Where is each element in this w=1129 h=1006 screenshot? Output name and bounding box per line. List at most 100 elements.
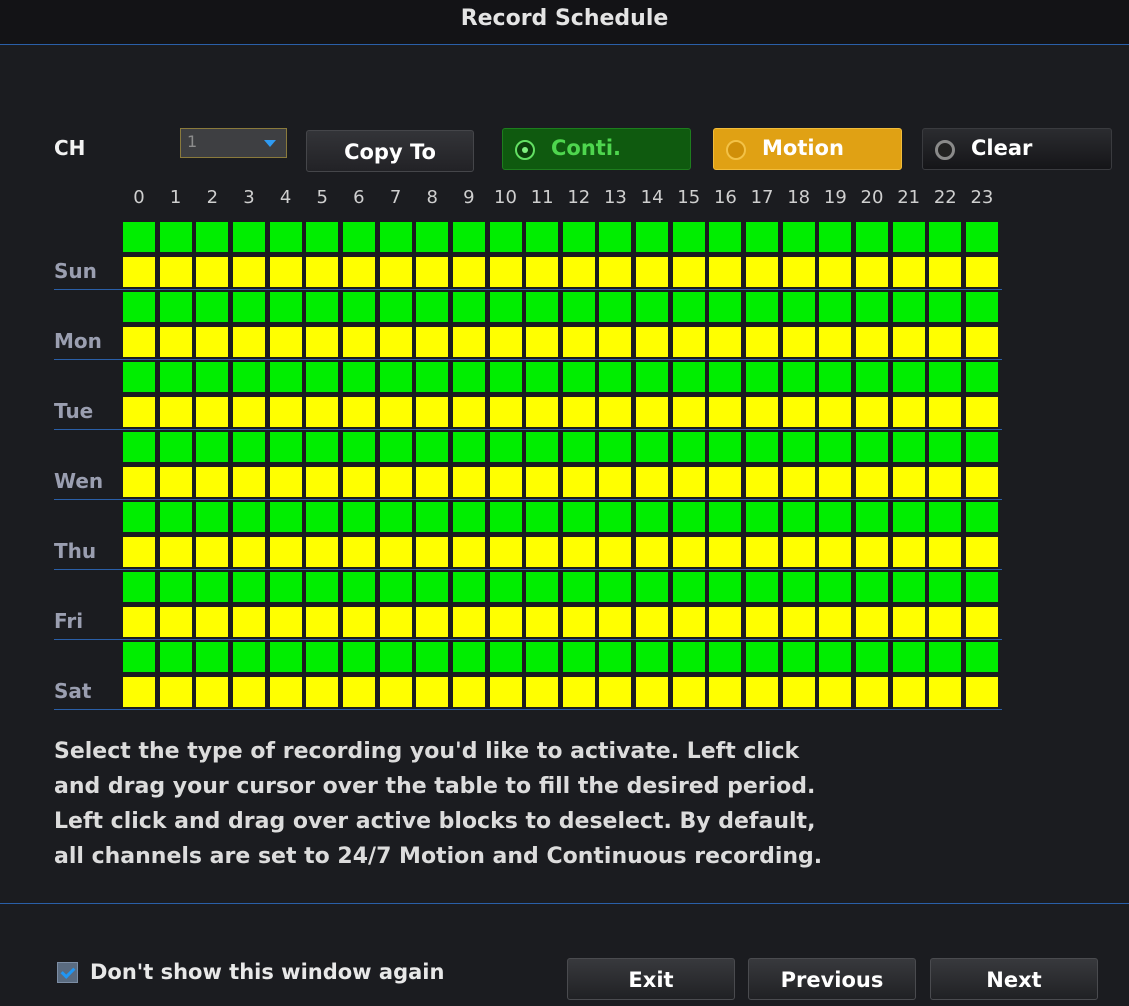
schedule-cell-conti[interactable] — [306, 222, 339, 252]
schedule-cell-motion[interactable] — [379, 537, 412, 567]
schedule-cell-conti[interactable] — [416, 432, 449, 462]
schedule-cell-conti[interactable] — [965, 222, 998, 252]
schedule-cell-conti[interactable] — [782, 292, 815, 322]
schedule-cell-conti[interactable] — [709, 362, 742, 392]
schedule-cell-conti[interactable] — [489, 572, 522, 602]
schedule-cell-motion[interactable] — [196, 397, 229, 427]
schedule-cell-motion[interactable] — [965, 677, 998, 707]
schedule-cell-conti[interactable] — [342, 642, 375, 672]
schedule-cell-conti[interactable] — [562, 502, 595, 532]
schedule-cell-conti[interactable] — [746, 292, 779, 322]
schedule-cell-motion[interactable] — [856, 537, 888, 567]
schedule-cell-motion[interactable] — [123, 327, 155, 357]
schedule-cell-motion[interactable] — [232, 257, 265, 287]
schedule-cell-motion[interactable] — [599, 677, 632, 707]
previous-button[interactable]: Previous — [748, 958, 916, 1000]
schedule-cell-conti[interactable] — [342, 222, 375, 252]
schedule-cell-conti[interactable] — [782, 222, 815, 252]
schedule-cell-conti[interactable] — [929, 502, 962, 532]
schedule-cell-motion[interactable] — [123, 677, 155, 707]
schedule-cell-conti[interactable] — [929, 432, 962, 462]
schedule-cell-conti[interactable] — [452, 292, 485, 322]
schedule-cell-conti[interactable] — [452, 502, 485, 532]
schedule-cell-motion[interactable] — [892, 677, 925, 707]
schedule-cell-motion[interactable] — [342, 327, 375, 357]
schedule-cell-motion[interactable] — [489, 257, 522, 287]
schedule-cell-conti[interactable] — [782, 432, 815, 462]
schedule-cell-conti[interactable] — [636, 362, 669, 392]
schedule-cell-conti[interactable] — [892, 362, 925, 392]
schedule-cell-conti[interactable] — [819, 572, 852, 602]
schedule-cell-conti[interactable] — [965, 292, 998, 322]
schedule-cell-conti[interactable] — [672, 502, 705, 532]
schedule-cell-motion[interactable] — [892, 607, 925, 637]
schedule-cell-conti[interactable] — [856, 222, 888, 252]
schedule-cell-motion[interactable] — [452, 467, 485, 497]
schedule-cell-conti[interactable] — [306, 642, 339, 672]
schedule-cell-motion[interactable] — [196, 537, 229, 567]
schedule-cell-conti[interactable] — [379, 502, 412, 532]
schedule-cell-motion[interactable] — [599, 257, 632, 287]
schedule-cell-conti[interactable] — [819, 362, 852, 392]
schedule-cell-conti[interactable] — [599, 502, 632, 532]
schedule-cell-conti[interactable] — [379, 222, 412, 252]
schedule-cell-motion[interactable] — [965, 397, 998, 427]
schedule-cell-conti[interactable] — [123, 502, 155, 532]
schedule-cell-conti[interactable] — [123, 362, 155, 392]
schedule-cell-conti[interactable] — [636, 642, 669, 672]
schedule-cell-conti[interactable] — [452, 222, 485, 252]
schedule-cell-motion[interactable] — [306, 607, 339, 637]
schedule-cell-motion[interactable] — [672, 397, 705, 427]
schedule-cell-motion[interactable] — [636, 327, 669, 357]
schedule-cell-motion[interactable] — [929, 467, 962, 497]
schedule-cell-conti[interactable] — [929, 642, 962, 672]
schedule-cell-conti[interactable] — [929, 292, 962, 322]
schedule-cell-motion[interactable] — [232, 397, 265, 427]
schedule-cell-conti[interactable] — [489, 362, 522, 392]
schedule-cell-motion[interactable] — [819, 537, 852, 567]
conti-mode-button[interactable]: Conti. — [502, 128, 691, 170]
schedule-cell-conti[interactable] — [452, 572, 485, 602]
schedule-cell-motion[interactable] — [232, 467, 265, 497]
schedule-cell-motion[interactable] — [196, 467, 229, 497]
schedule-cell-conti[interactable] — [636, 432, 669, 462]
schedule-cell-motion[interactable] — [416, 257, 449, 287]
schedule-cell-motion[interactable] — [709, 397, 742, 427]
schedule-cell-conti[interactable] — [159, 502, 192, 532]
schedule-cell-conti[interactable] — [856, 432, 888, 462]
schedule-cell-conti[interactable] — [232, 362, 265, 392]
schedule-cell-motion[interactable] — [929, 257, 962, 287]
schedule-cell-motion[interactable] — [342, 467, 375, 497]
dont-show-checkbox[interactable] — [57, 962, 78, 983]
schedule-cell-motion[interactable] — [232, 537, 265, 567]
schedule-cell-motion[interactable] — [342, 607, 375, 637]
schedule-cell-motion[interactable] — [929, 327, 962, 357]
schedule-cell-motion[interactable] — [232, 677, 265, 707]
exit-button[interactable]: Exit — [567, 958, 735, 1000]
schedule-cell-conti[interactable] — [892, 222, 925, 252]
schedule-cell-conti[interactable] — [672, 362, 705, 392]
motion-mode-button[interactable]: Motion — [713, 128, 902, 170]
schedule-cell-conti[interactable] — [562, 362, 595, 392]
schedule-cell-conti[interactable] — [342, 502, 375, 532]
schedule-cell-conti[interactable] — [526, 572, 559, 602]
schedule-cell-motion[interactable] — [379, 397, 412, 427]
schedule-cell-conti[interactable] — [379, 292, 412, 322]
schedule-cell-motion[interactable] — [416, 537, 449, 567]
schedule-cell-conti[interactable] — [452, 432, 485, 462]
schedule-cell-conti[interactable] — [965, 432, 998, 462]
schedule-cell-conti[interactable] — [965, 642, 998, 672]
schedule-cell-conti[interactable] — [379, 642, 412, 672]
schedule-cell-motion[interactable] — [123, 257, 155, 287]
channel-select[interactable]: 1 — [180, 128, 287, 158]
schedule-cell-conti[interactable] — [526, 432, 559, 462]
schedule-cell-motion[interactable] — [159, 607, 192, 637]
schedule-cell-conti[interactable] — [709, 222, 742, 252]
schedule-cell-conti[interactable] — [892, 502, 925, 532]
schedule-cell-conti[interactable] — [965, 362, 998, 392]
schedule-cell-motion[interactable] — [672, 257, 705, 287]
schedule-cell-conti[interactable] — [892, 642, 925, 672]
schedule-cell-motion[interactable] — [452, 677, 485, 707]
schedule-cell-conti[interactable] — [562, 432, 595, 462]
schedule-cell-conti[interactable] — [856, 642, 888, 672]
